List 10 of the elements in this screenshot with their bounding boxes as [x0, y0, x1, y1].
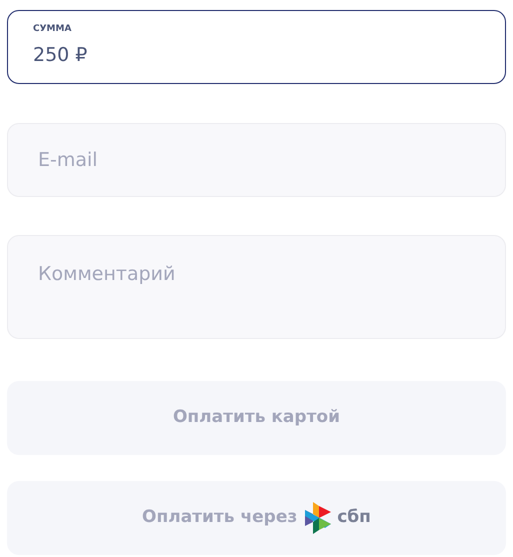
sbp-logo-text: сбп: [337, 506, 371, 530]
amount-value: 250 ₽: [33, 42, 88, 68]
sbp-logo-icon: [305, 502, 334, 534]
pay-by-card-button[interactable]: Оплатить картой: [7, 381, 506, 455]
email-field[interactable]: E-mail: [7, 123, 506, 197]
pay-via-label: Оплатить через: [142, 506, 298, 530]
comment-field[interactable]: Комментарий: [7, 235, 506, 339]
amount-field[interactable]: СУММА 250 ₽: [7, 10, 506, 84]
pay-via-sbp-button[interactable]: Оплатить через сбп: [7, 481, 506, 555]
amount-label: СУММА: [33, 23, 72, 36]
